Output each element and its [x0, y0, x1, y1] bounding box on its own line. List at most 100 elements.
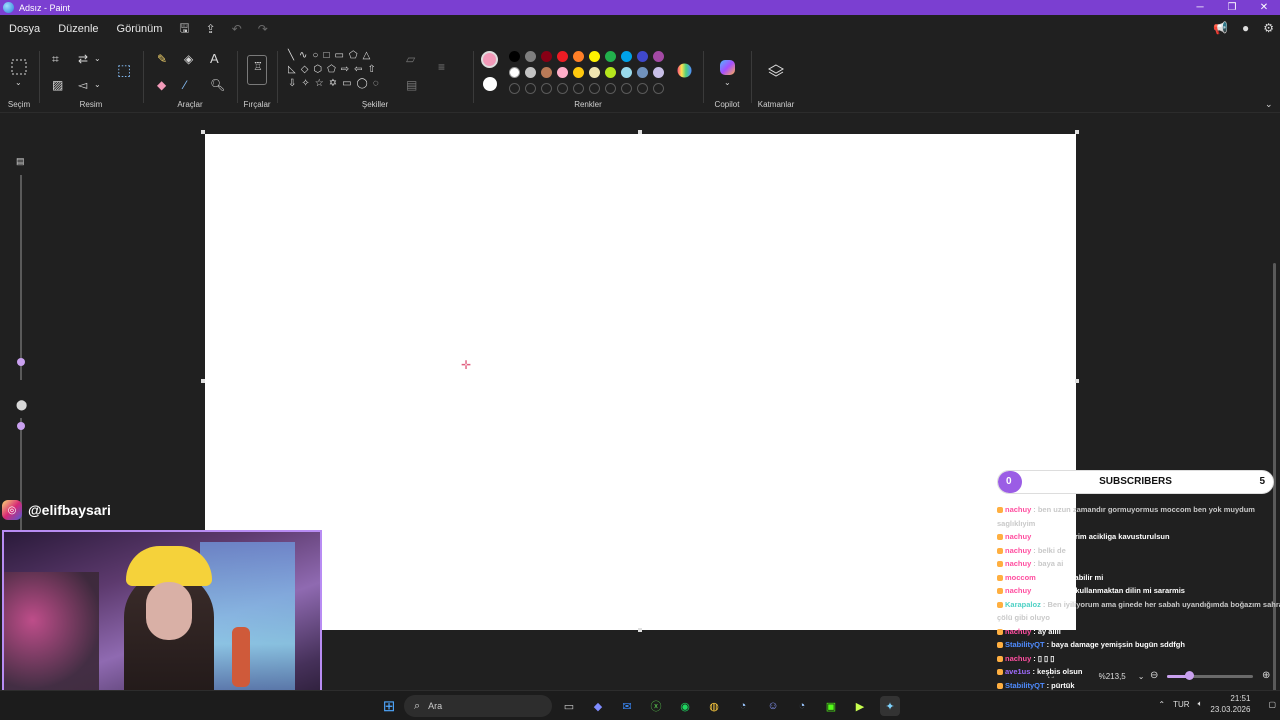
chevron-down-icon[interactable]: ⌄ [94, 55, 101, 63]
magnifier-icon[interactable]: 🔍︎ [210, 79, 225, 91]
maximize-button[interactable]: ❐ [1216, 0, 1248, 15]
image-creator-icon[interactable]: ⬚ [117, 63, 131, 78]
custom-color-slot[interactable] [541, 83, 552, 94]
fill-icon[interactable]: ▤ [406, 79, 417, 91]
fill-bucket-icon[interactable]: ◈ [184, 53, 193, 65]
pencil-icon[interactable]: ✎ [157, 53, 167, 65]
media-player-icon[interactable]: ▶ [850, 696, 870, 716]
steam-icon[interactable]: ◔ [733, 696, 753, 716]
resize-handle[interactable] [638, 130, 642, 134]
chevron-down-icon[interactable]: ⌄ [724, 79, 731, 87]
color-swatch[interactable] [605, 51, 616, 62]
paint-taskbar-icon[interactable]: ✦ [880, 696, 900, 716]
custom-color-slot[interactable] [573, 83, 584, 94]
zoom-value[interactable]: %213,5 [1099, 672, 1126, 681]
chevron-down-icon[interactable]: ⌄ [15, 79, 22, 87]
steam-alt-icon[interactable]: ◔ [792, 696, 812, 716]
custom-color-slot[interactable] [589, 83, 600, 94]
share-icon[interactable]: ⇪ [206, 22, 216, 36]
volume-icon[interactable]: 🔈︎ [1198, 699, 1203, 709]
outline-icon[interactable]: ▱ [406, 53, 415, 65]
xbox-icon[interactable]: ⓧ [646, 696, 666, 716]
undo-icon[interactable]: ↶ [232, 22, 242, 36]
color-swatch[interactable] [541, 51, 552, 62]
color-swatch[interactable] [573, 67, 584, 78]
collapse-ribbon-icon[interactable]: ⌄ [1265, 100, 1273, 109]
secondary-color-swatch[interactable] [483, 77, 497, 91]
kick-icon[interactable]: ▣ [821, 696, 841, 716]
color-swatch[interactable] [653, 67, 664, 78]
taskbar-search[interactable]: ⌕ Ara [404, 695, 552, 717]
color-swatch[interactable] [557, 67, 568, 78]
remove-background-icon[interactable]: ▨ [52, 79, 63, 91]
layers-icon[interactable] [768, 63, 784, 79]
menu-edit[interactable]: Düzenle [58, 23, 98, 35]
brush-icon[interactable]: ♖ [247, 55, 267, 85]
settings-gear-icon[interactable]: ⚙ [1263, 21, 1274, 35]
start-windows-icon[interactable]: ⊞ [379, 696, 399, 716]
resize-handle[interactable] [201, 130, 205, 134]
minimize-button[interactable]: ─ [1184, 0, 1216, 15]
color-swatch[interactable] [573, 51, 584, 62]
color-swatch[interactable] [509, 51, 520, 62]
close-button[interactable]: ✕ [1248, 0, 1280, 15]
drawing-canvas[interactable] [205, 134, 1076, 630]
color-swatch[interactable] [509, 67, 520, 78]
color-swatch[interactable] [589, 51, 600, 62]
resize-handle[interactable] [201, 379, 205, 383]
color-swatch[interactable] [653, 51, 664, 62]
chevron-down-icon[interactable]: ⌄ [94, 81, 101, 89]
opacity-slider-track[interactable] [20, 418, 22, 538]
primary-color-swatch[interactable] [481, 51, 498, 68]
copilot-taskbar-icon[interactable]: ◆ [588, 696, 608, 716]
color-swatch[interactable] [557, 51, 568, 62]
menu-file[interactable]: Dosya [9, 23, 40, 35]
redo-icon[interactable]: ↷ [258, 22, 268, 36]
size-slider-thumb[interactable] [17, 358, 25, 366]
resize-handle[interactable] [638, 628, 642, 632]
save-icon[interactable]: 🖫 [179, 19, 189, 40]
shapes-gallery[interactable]: ╲∿○□▭⬠△ ◺◇⬡⬠⇨⇦⇧ ⇩✧☆✡▭◯◌ [288, 49, 398, 99]
color-swatch[interactable] [621, 67, 632, 78]
size-slider-track[interactable] [20, 175, 22, 380]
text-icon[interactable]: A [210, 52, 219, 65]
spotify-icon[interactable]: ◉ [675, 696, 695, 716]
resize-handle[interactable] [1075, 379, 1079, 383]
language-indicator[interactable]: TUR [1173, 700, 1189, 709]
color-swatch[interactable] [637, 67, 648, 78]
account-icon[interactable]: ● [1242, 21, 1249, 35]
custom-color-slot[interactable] [509, 83, 520, 94]
feedback-icon[interactable]: 📢 [1213, 21, 1228, 35]
zoom-out-icon[interactable]: ⊖ [1150, 670, 1158, 681]
color-swatch[interactable] [541, 67, 552, 78]
color-picker-icon[interactable]: ⁄ [184, 79, 186, 91]
zoom-slider-thumb[interactable] [1184, 671, 1194, 680]
color-swatch[interactable] [621, 51, 632, 62]
size-icon[interactable]: ≡ [438, 61, 445, 73]
color-swatch[interactable] [525, 67, 536, 78]
opacity-slider-thumb[interactable] [17, 422, 25, 430]
custom-color-slot[interactable] [557, 83, 568, 94]
chevron-down-icon[interactable]: ⌄ [1138, 672, 1145, 681]
select-rectangle-icon[interactable] [11, 59, 27, 75]
zoom-in-icon[interactable]: ⊕ [1262, 670, 1270, 681]
color-swatch[interactable] [589, 67, 600, 78]
custom-color-slot[interactable] [605, 83, 616, 94]
menu-view[interactable]: Görünüm [117, 23, 163, 35]
color-swatch[interactable] [605, 67, 616, 78]
eraser-icon[interactable]: ◆ [157, 79, 166, 91]
copilot-icon[interactable] [719, 59, 736, 76]
color-swatch[interactable] [525, 51, 536, 62]
resize-handle[interactable] [1075, 130, 1079, 134]
color-swatch[interactable] [637, 51, 648, 62]
crop-icon[interactable]: ⌗ [52, 53, 59, 65]
notifications-icon[interactable]: ▢ [1268, 700, 1276, 709]
resize-icon[interactable]: ⇄ [78, 53, 88, 65]
rotate-icon[interactable]: ◅ [78, 79, 87, 91]
outlook-icon[interactable]: ✉ [617, 696, 637, 716]
edit-colors-icon[interactable] [677, 63, 692, 81]
clock[interactable]: 21:51 23.03.2026 [1210, 693, 1250, 715]
tray-overflow-icon[interactable]: ⌃ [1158, 700, 1165, 709]
custom-color-slot[interactable] [637, 83, 648, 94]
custom-color-slot[interactable] [653, 83, 664, 94]
